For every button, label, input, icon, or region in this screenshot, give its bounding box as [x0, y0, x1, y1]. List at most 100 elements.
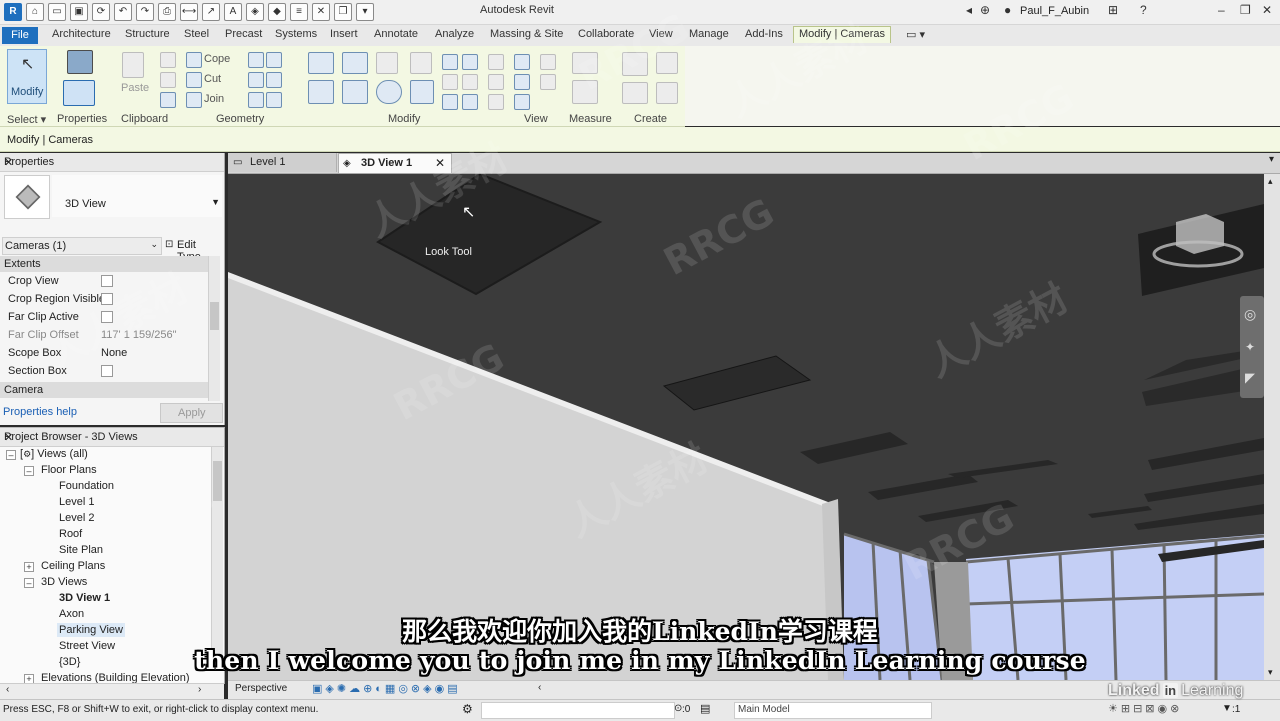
graphics-icon[interactable]	[514, 94, 530, 110]
scroll-up-icon[interactable]: ▴	[1268, 176, 1273, 187]
undo-icon[interactable]: ↶	[114, 3, 132, 21]
type-selector[interactable]: 3D View ▼	[52, 175, 222, 217]
tab-analyze[interactable]: Analyze	[435, 28, 474, 40]
tab-architecture[interactable]: Architecture	[52, 28, 111, 40]
text-icon[interactable]: A	[224, 3, 242, 21]
design-options-icon[interactable]: ▤	[700, 702, 710, 715]
collapse-icon[interactable]: –	[6, 450, 16, 460]
revit-logo-icon[interactable]: R	[4, 3, 22, 21]
help-icon[interactable]: ?	[1140, 3, 1147, 17]
filter-icon[interactable]: ▼	[1222, 703, 1232, 714]
tree-ceiling-plans[interactable]: Ceiling Plans	[41, 560, 105, 572]
trim-single-icon[interactable]	[462, 94, 478, 110]
cut-clipboard-icon[interactable]	[160, 52, 176, 68]
split-face-icon[interactable]	[266, 52, 282, 68]
browser-hscroll[interactable]: ‹ ›	[0, 683, 224, 699]
cut-profile-icon[interactable]	[540, 74, 556, 90]
tab-manage[interactable]: Manage	[689, 28, 729, 40]
offset-icon[interactable]	[342, 52, 368, 74]
tab-file[interactable]: File	[2, 27, 38, 44]
workset-dropdown[interactable]	[481, 702, 675, 719]
apply-button[interactable]: Apply	[160, 403, 223, 423]
chevron-left-icon[interactable]: ‹	[6, 684, 9, 695]
3d-view-icon[interactable]: ◈	[246, 3, 264, 21]
panel-select[interactable]: Select ▾	[7, 113, 46, 126]
chevron-left-icon[interactable]: ‹	[538, 682, 541, 693]
chevron-right-icon[interactable]: ›	[198, 684, 201, 695]
tree-roof[interactable]: Roof	[59, 528, 82, 540]
instance-filter[interactable]: Cameras (1) ⌄	[2, 237, 162, 255]
close-icon[interactable]: ✕	[1262, 3, 1272, 17]
crop-view-checkbox[interactable]	[101, 275, 113, 287]
tree-floor-plans[interactable]: Floor Plans	[41, 464, 97, 476]
split-icon[interactable]	[442, 54, 458, 70]
steering-wheel-icon[interactable]: ◎	[1244, 306, 1256, 323]
align-icon[interactable]	[308, 52, 334, 74]
open-icon[interactable]: ▭	[48, 3, 66, 21]
tree-site-plan[interactable]: Site Plan	[59, 544, 103, 556]
properties-scrollbar[interactable]	[208, 256, 220, 401]
panel-toggle-icon[interactable]: ▭ ▾	[906, 28, 925, 41]
properties-help-link[interactable]: Properties help	[3, 406, 77, 418]
selection-icons[interactable]: ☀⊞⊟⊠◉⊗	[1108, 702, 1182, 715]
copy-icon[interactable]	[342, 80, 368, 104]
paste-icon[interactable]	[122, 52, 144, 78]
cart-icon[interactable]: ⊞	[1108, 3, 1118, 17]
wall-joins-icon[interactable]	[248, 52, 264, 68]
modify-button[interactable]: ↖ Modify	[7, 49, 47, 104]
tab-precast[interactable]: Precast	[225, 28, 262, 40]
thin-lines-icon[interactable]: ≡	[290, 3, 308, 21]
mirror-draw-icon[interactable]	[410, 52, 432, 74]
array-icon[interactable]	[442, 74, 458, 90]
split-gap-icon[interactable]	[462, 54, 478, 70]
edit-type-button[interactable]: ⊡ Edit Type	[164, 237, 222, 263]
scale-icon[interactable]	[462, 74, 478, 90]
sync-icon[interactable]: ⟳	[92, 3, 110, 21]
collapse-icon[interactable]: –	[24, 466, 34, 476]
hide-bulb-icon[interactable]	[514, 54, 530, 70]
demolish-icon[interactable]	[266, 72, 282, 88]
unpin-icon[interactable]	[488, 74, 504, 90]
linework-icon[interactable]	[540, 54, 556, 70]
tree-level-1[interactable]: Level 1	[59, 496, 94, 508]
redo-icon[interactable]: ↷	[136, 3, 154, 21]
similar-icon[interactable]	[656, 82, 678, 104]
tree-3d-view-1[interactable]: 3D View 1	[59, 592, 110, 604]
create-group-icon[interactable]	[622, 82, 648, 104]
binoculars-icon[interactable]: ⊕	[980, 3, 990, 17]
search-arrow-icon[interactable]: ◂	[966, 3, 972, 17]
close-icon[interactable]: ✕	[4, 431, 220, 444]
tab-level-1[interactable]: ▭ Level 1	[228, 153, 337, 172]
delete-icon[interactable]	[488, 94, 504, 110]
zoom-icon[interactable]: ✦	[1245, 340, 1255, 354]
trim-multiple-icon[interactable]	[442, 94, 458, 110]
section-box-checkbox[interactable]	[101, 365, 113, 377]
design-option-dropdown[interactable]: Main Model	[734, 702, 932, 719]
3d-viewport[interactable]: Look Tool ↖ ◎ ✦ ◤	[228, 174, 1264, 680]
tab-steel[interactable]: Steel	[184, 28, 209, 40]
tab-add-ins[interactable]: Add-Ins	[745, 28, 783, 40]
cope-icon[interactable]	[186, 52, 202, 68]
copy-clipboard-icon[interactable]	[160, 72, 176, 88]
print-icon[interactable]: ⎙	[158, 3, 176, 21]
section-icon[interactable]: ◆	[268, 3, 286, 21]
rotate-icon[interactable]	[376, 80, 402, 104]
tab-massing-site[interactable]: Massing & Site	[490, 28, 563, 40]
save-icon[interactable]: ▣	[70, 3, 88, 21]
properties-icon[interactable]	[63, 80, 95, 106]
customize-qat-icon[interactable]: ▾	[356, 3, 374, 21]
match-properties-icon[interactable]	[160, 92, 176, 108]
tree-views-all[interactable]: [⚙] Views (all)	[20, 448, 88, 460]
switch-windows-icon[interactable]: ❐	[334, 3, 352, 21]
dimension-icon[interactable]: ↗	[202, 3, 220, 21]
close-hidden-icon[interactable]: ✕	[312, 3, 330, 21]
paint-icon[interactable]	[248, 72, 264, 88]
pin-icon[interactable]	[488, 54, 504, 70]
trim-extend-icon[interactable]	[410, 80, 434, 104]
tree-foundation[interactable]: Foundation	[59, 480, 114, 492]
measure-icon[interactable]: ⟷	[180, 3, 198, 21]
tabs-menu-icon[interactable]: ▾	[1269, 154, 1274, 165]
fly-icon[interactable]: ◤	[1245, 370, 1255, 386]
worksharing-icon[interactable]: ⚙	[462, 702, 473, 716]
mirror-axis-icon[interactable]	[376, 52, 398, 74]
